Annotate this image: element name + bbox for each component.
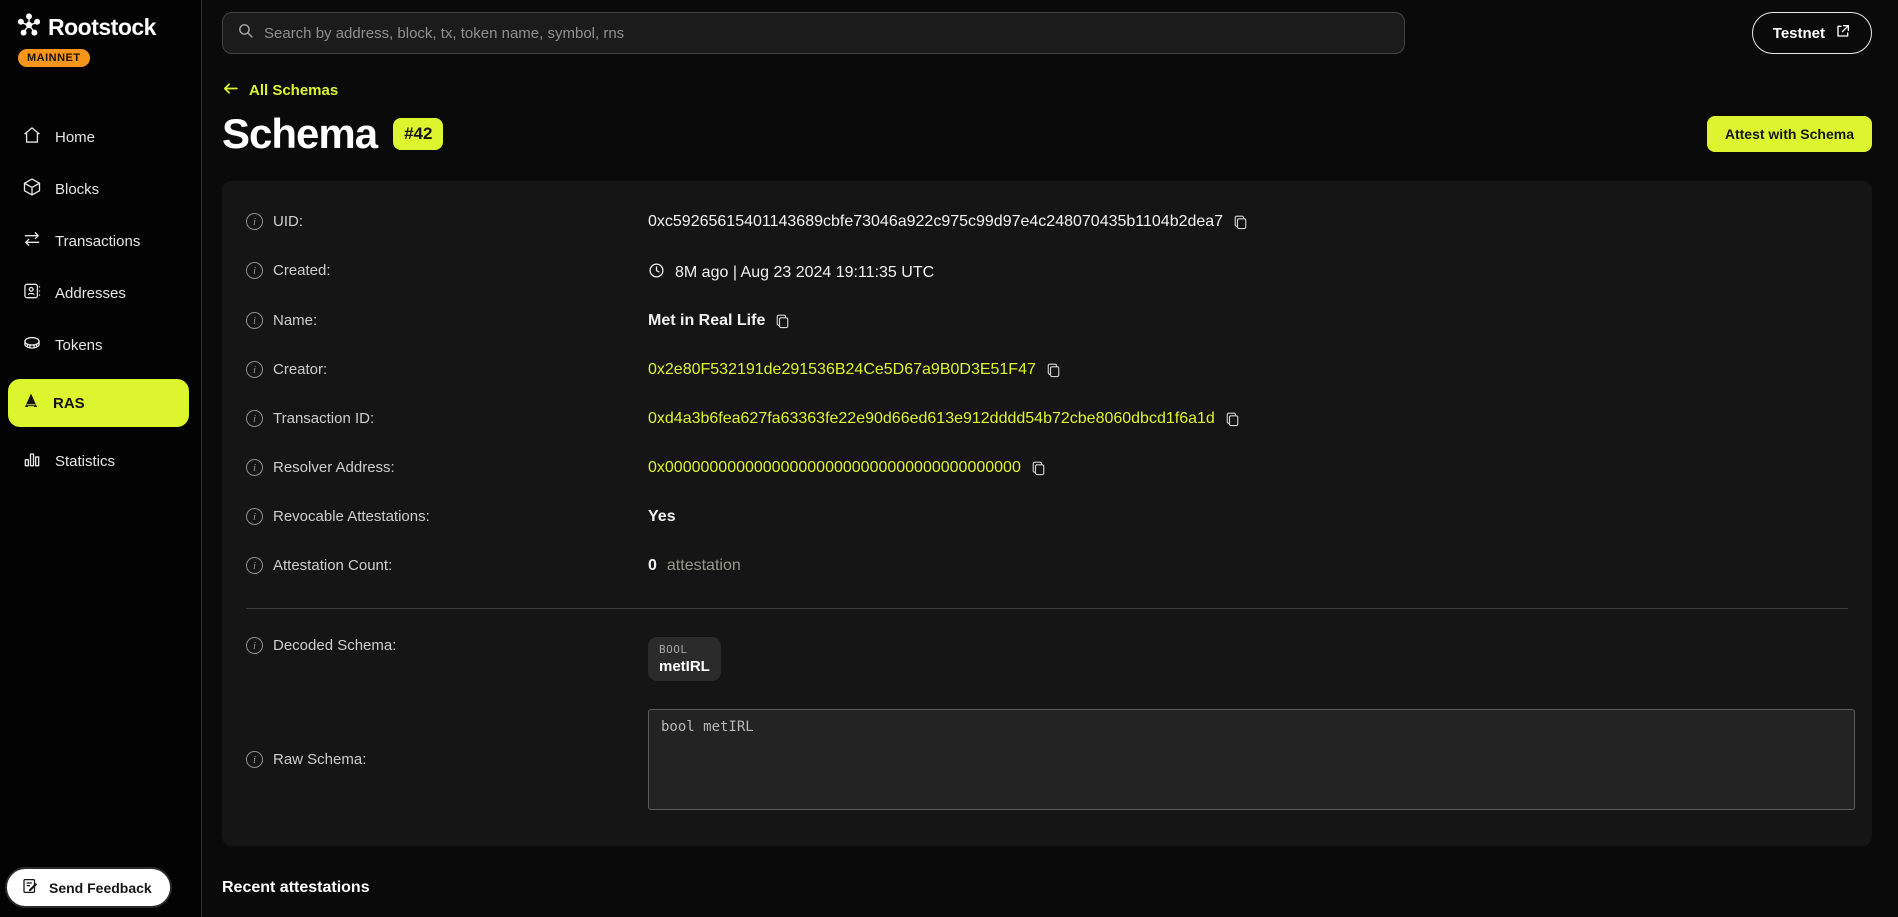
copy-icon[interactable] [1031,460,1046,477]
brand-logo[interactable]: Rootstock [0,12,201,43]
detail-label: Creator: [273,361,327,378]
copy-icon[interactable] [775,313,790,330]
detail-label: Decoded Schema: [273,637,396,654]
search-input[interactable] [264,25,1390,42]
panel-divider [246,608,1848,609]
stamp-icon [22,392,40,414]
field-type: BOOL [659,643,710,656]
search-bar[interactable] [222,12,1405,54]
field-name: metIRL [659,658,710,675]
clock-icon [648,262,665,284]
attestation-count-unit: attestation [667,557,741,575]
detail-row-attestation-count: i Attestation Count: 0 attestation [246,543,1848,592]
detail-row-transaction-id: i Transaction ID: 0xd4a3b6fea627fa63363f… [246,396,1848,445]
copy-icon[interactable] [1233,214,1248,231]
decoded-schema-field-chip: BOOL metIRL [648,637,721,681]
schema-details-panel: i UID: 0xc59265615401143689cbfe73046a922… [222,181,1872,846]
sidebar-item-label: Home [55,129,95,146]
testnet-label: Testnet [1773,25,1825,42]
sidebar-item-label: Blocks [55,181,99,198]
search-icon [237,22,254,44]
detail-label: Attestation Count: [273,557,392,574]
uid-value: 0xc59265615401143689cbfe73046a922c975c99… [648,213,1223,231]
created-value: 8M ago | Aug 23 2024 19:11:35 UTC [675,264,934,282]
sidebar-item-label: Statistics [55,453,115,470]
info-icon: i [246,637,263,654]
detail-row-uid: i UID: 0xc59265615401143689cbfe73046a922… [246,199,1848,248]
revocable-value: Yes [648,508,676,526]
info-icon: i [246,262,263,279]
feedback-note-icon [21,877,39,898]
cube-icon [22,177,42,201]
detail-label: Transaction ID: [273,410,374,427]
sidebar-item-tokens[interactable]: Tokens [8,325,189,365]
sidebar-item-label: Transactions [55,233,140,250]
send-feedback-label: Send Feedback [49,880,152,896]
arrow-left-icon [222,81,239,100]
send-feedback-button[interactable]: Send Feedback [5,867,172,908]
attestation-count-value: 0 [648,557,657,575]
detail-row-created: i Created: 8M ago | Aug 23 2024 19:11:35… [246,248,1848,298]
coin-icon [22,333,42,357]
detail-label: Raw Schema: [273,751,366,768]
copy-icon[interactable] [1046,362,1061,379]
sidebar: Rootstock MAINNET Home Blocks [0,0,202,917]
detail-label: Revocable Attestations: [273,508,430,525]
main-content: Testnet All Schemas Schema #42 Attest wi… [202,0,1898,917]
sidebar-item-statistics[interactable]: Statistics [8,441,189,481]
back-link-label: All Schemas [249,82,338,99]
creator-address-link[interactable]: 0x2e80F532191de291536B24Ce5D67a9B0D3E51F… [648,361,1036,379]
recent-attestations-heading: Recent attestations [222,879,1872,897]
info-icon: i [246,312,263,329]
testnet-switch-button[interactable]: Testnet [1752,12,1872,54]
title-row: Schema #42 Attest with Schema [222,110,1872,158]
sidebar-item-label: RAS [53,395,85,412]
topbar: Testnet [222,12,1872,54]
page-title: Schema [222,110,377,158]
detail-row-name: i Name: Met in Real Life [246,298,1848,347]
info-icon: i [246,508,263,525]
external-link-icon [1835,23,1851,43]
schema-id-badge: #42 [393,118,443,150]
attest-with-schema-button[interactable]: Attest with Schema [1707,116,1872,152]
info-icon: i [246,557,263,574]
brand-name: Rootstock [48,14,156,41]
sidebar-item-addresses[interactable]: Addresses [8,273,189,313]
info-icon: i [246,410,263,427]
detail-label: Created: [273,262,331,279]
detail-row-revocable: i Revocable Attestations: Yes [246,494,1848,543]
raw-schema-textarea[interactable]: bool metIRL [648,709,1855,810]
back-to-all-schemas-link[interactable]: All Schemas [222,81,338,100]
name-value: Met in Real Life [648,312,765,330]
detail-label: Name: [273,312,317,329]
transaction-id-link[interactable]: 0xd4a3b6fea627fa63363fe22e90d66ed613e912… [648,410,1215,428]
detail-row-raw-schema: i Raw Schema: bool metIRL [246,695,1848,824]
sidebar-item-transactions[interactable]: Transactions [8,221,189,261]
resolver-address-link[interactable]: 0x00000000000000000000000000000000000000… [648,459,1021,477]
detail-row-decoded-schema: i Decoded Schema: BOOL metIRL [246,623,1848,695]
info-icon: i [246,459,263,476]
info-icon: i [246,751,263,768]
rootstock-flower-icon [16,12,42,43]
sidebar-nav: Home Blocks Transactions [0,111,201,487]
detail-row-resolver-address: i Resolver Address: 0x000000000000000000… [246,445,1848,494]
bar-chart-icon [22,449,42,473]
sidebar-item-blocks[interactable]: Blocks [8,169,189,209]
copy-icon[interactable] [1225,411,1240,428]
arrows-swap-icon [22,229,42,253]
sidebar-item-label: Addresses [55,285,126,302]
network-badge: MAINNET [18,49,90,67]
detail-label: Resolver Address: [273,459,395,476]
sidebar-item-ras[interactable]: RAS [8,379,189,427]
detail-row-creator: i Creator: 0x2e80F532191de291536B24Ce5D6… [246,347,1848,396]
detail-label: UID: [273,213,303,230]
sidebar-item-home[interactable]: Home [8,117,189,157]
home-icon [22,125,42,149]
contact-card-icon [22,281,42,305]
info-icon: i [246,213,263,230]
sidebar-item-label: Tokens [55,337,103,354]
info-icon: i [246,361,263,378]
